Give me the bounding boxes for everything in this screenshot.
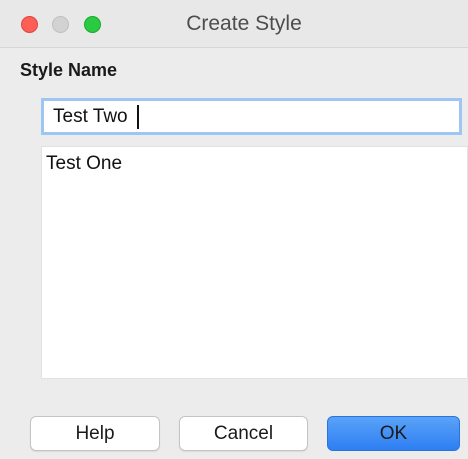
text-caret [137,105,139,129]
style-name-label: Style Name [20,60,118,80]
ok-button[interactable]: OK [327,416,460,451]
title-bar: Create Style [0,0,468,48]
list-item[interactable]: Test One [46,153,122,175]
style-name-input[interactable] [41,98,462,135]
create-style-dialog: Create Style Style Name Test One Help Ca… [0,0,468,459]
existing-styles-list[interactable]: Test One [41,146,468,379]
cancel-button[interactable]: Cancel [179,416,308,451]
help-button[interactable]: Help [30,416,160,451]
window-title: Create Style [186,12,302,35]
